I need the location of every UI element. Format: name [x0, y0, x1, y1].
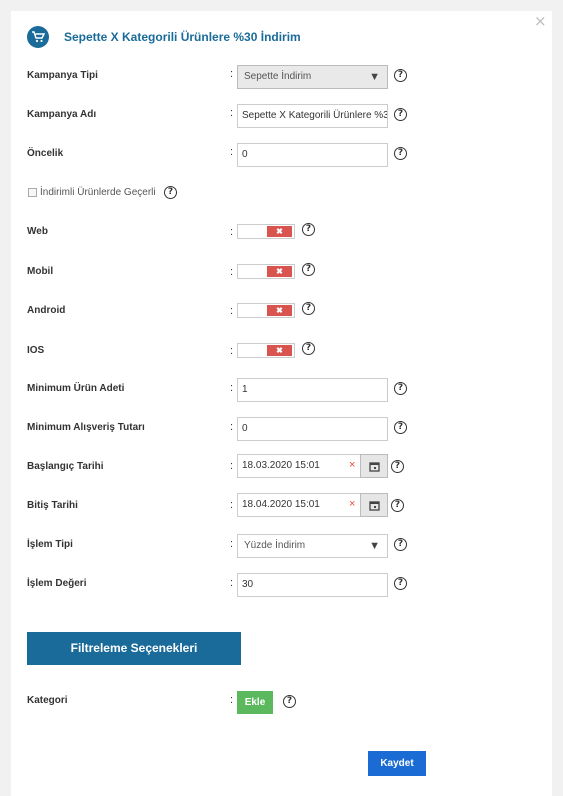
islem-tipi-label: İşlem Tipi	[27, 539, 73, 550]
bitis-label: Bitiş Tarihi	[27, 500, 78, 511]
calendar-icon	[368, 500, 380, 511]
close-icon[interactable]: ×	[534, 14, 547, 29]
ios-toggle[interactable]: ✖	[237, 343, 295, 358]
help-icon[interactable]: ?	[394, 69, 407, 82]
colon: :	[230, 68, 234, 80]
colon: :	[230, 694, 234, 706]
help-icon[interactable]: ?	[394, 382, 407, 395]
colon: :	[230, 460, 234, 472]
colon: :	[230, 577, 234, 589]
colon: :	[230, 382, 234, 394]
colon: :	[230, 266, 234, 278]
help-icon[interactable]: ?	[391, 460, 404, 473]
kampanya-adi-input[interactable]: Sepette X Kategorili Ürünlere %30 İndiri…	[237, 104, 388, 128]
calendar-button[interactable]	[360, 493, 388, 517]
mobil-toggle[interactable]: ✖	[237, 264, 295, 279]
colon: :	[230, 538, 234, 550]
save-button[interactable]: Kaydet	[368, 751, 426, 776]
help-icon[interactable]: ?	[302, 302, 315, 315]
oncelik-label: Öncelik	[27, 148, 64, 159]
chevron-down-icon: ▼	[369, 540, 380, 552]
help-icon[interactable]: ?	[283, 695, 296, 708]
clear-date-icon[interactable]: ×	[349, 459, 355, 471]
toggle-off-icon: ✖	[267, 266, 292, 277]
colon: :	[230, 226, 234, 238]
web-label: Web	[27, 226, 48, 237]
islem-tipi-select[interactable]: Yüzde İndirim ▼	[237, 534, 388, 558]
colon: :	[230, 499, 234, 511]
modal-title: Sepette X Kategorili Ürünlere %30 İndiri…	[64, 30, 301, 44]
android-label: Android	[27, 305, 66, 316]
kampanya-adi-label: Kampanya Adı	[27, 109, 97, 120]
toggle-off-icon: ✖	[267, 305, 292, 316]
shopping-cart-icon	[27, 26, 49, 48]
bitis-date-input[interactable]: 18.04.2020 15:01	[237, 493, 361, 517]
help-icon[interactable]: ?	[394, 577, 407, 590]
min-urun-label: Minimum Ürün Adeti	[27, 383, 125, 394]
help-icon[interactable]: ?	[394, 538, 407, 551]
help-icon[interactable]: ?	[302, 263, 315, 276]
min-urun-input[interactable]: 1	[237, 378, 388, 402]
colon: :	[230, 305, 234, 317]
oncelik-input[interactable]: 0	[237, 143, 388, 167]
calendar-button[interactable]	[360, 454, 388, 478]
mobil-label: Mobil	[27, 266, 54, 277]
calendar-icon	[368, 461, 380, 472]
kampanya-tipi-value: Sepette İndirim	[244, 71, 312, 82]
filter-options-button[interactable]: Filtreleme Seçenekleri	[27, 632, 241, 665]
help-icon[interactable]: ?	[394, 108, 407, 121]
web-toggle[interactable]: ✖	[237, 224, 295, 239]
islem-degeri-label: İşlem Değeri	[27, 578, 87, 589]
colon: :	[230, 345, 234, 357]
clear-date-icon[interactable]: ×	[349, 498, 355, 510]
islem-tipi-value: Yüzde İndirim	[244, 540, 306, 551]
kampanya-tipi-label: Kampanya Tipi	[27, 70, 98, 81]
indirimli-checkbox[interactable]	[28, 188, 37, 197]
baslangic-date-input[interactable]: 18.03.2020 15:01	[237, 454, 361, 478]
toggle-off-icon: ✖	[267, 226, 292, 237]
ios-label: IOS	[27, 345, 45, 356]
baslangic-label: Başlangıç Tarihi	[27, 461, 104, 472]
help-icon[interactable]: ?	[302, 342, 315, 355]
help-icon[interactable]: ?	[391, 499, 404, 512]
help-icon[interactable]: ?	[394, 147, 407, 160]
colon: :	[230, 107, 234, 119]
kampanya-tipi-select[interactable]: Sepette İndirim ▼	[237, 65, 388, 89]
help-icon[interactable]: ?	[394, 421, 407, 434]
add-category-button[interactable]: Ekle	[237, 691, 273, 714]
help-icon[interactable]: ?	[164, 186, 177, 199]
colon: :	[230, 421, 234, 433]
chevron-down-icon: ▼	[369, 71, 380, 83]
indirimli-label: İndirimli Ürünlerde Geçerli	[40, 187, 156, 198]
colon: :	[230, 146, 234, 158]
help-icon[interactable]: ?	[302, 223, 315, 236]
campaign-modal	[11, 11, 552, 796]
android-toggle[interactable]: ✖	[237, 303, 295, 318]
min-tutar-label: Minimum Alışveriş Tutarı	[27, 422, 145, 433]
min-tutar-input[interactable]: 0	[237, 417, 388, 441]
kategori-label: Kategori	[27, 695, 68, 706]
toggle-off-icon: ✖	[267, 345, 292, 356]
islem-degeri-input[interactable]: 30	[237, 573, 388, 597]
